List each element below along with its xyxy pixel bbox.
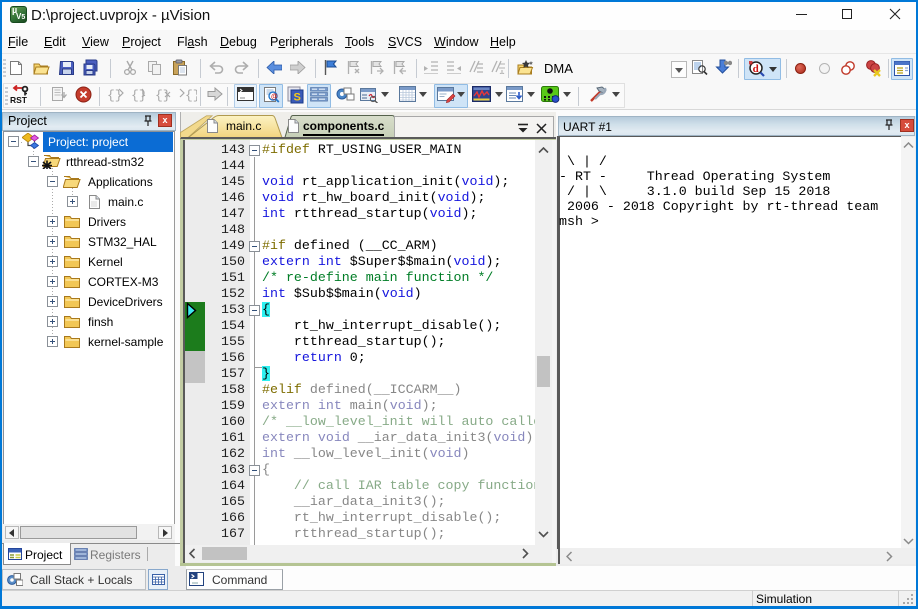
svg-text:S: S [294,92,301,104]
svg-text:d: d [753,63,759,75]
svg-text:{}: {} [185,88,197,102]
svg-text:RST: RST [10,95,28,105]
svg-text:{}: {} [131,88,147,102]
svg-text:@: @ [271,94,278,101]
